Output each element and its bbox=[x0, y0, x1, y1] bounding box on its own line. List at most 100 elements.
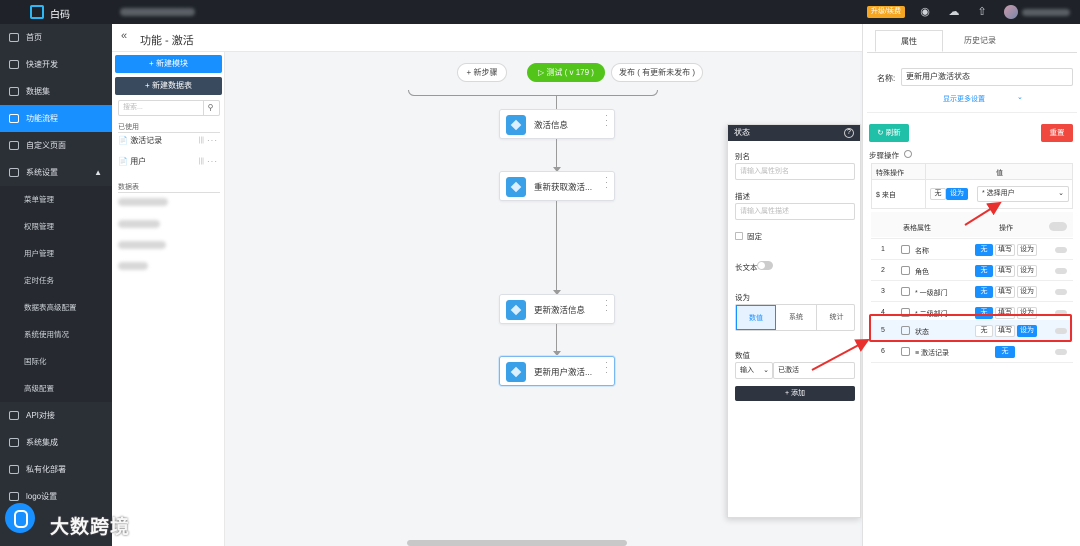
refresh-icon: ↻ bbox=[877, 128, 884, 137]
new-step-button[interactable]: + 新步骤 bbox=[457, 63, 507, 82]
flow-node[interactable]: 更新激活信息 · · · bbox=[499, 294, 615, 324]
input-mode-value: 输入 bbox=[740, 367, 754, 374]
kebab-icon[interactable]: · · · bbox=[605, 296, 608, 315]
name-label: 名称: bbox=[877, 74, 896, 83]
flow-node-selected[interactable]: 更新用户激活... · · · bbox=[499, 356, 615, 386]
table-item-blurred[interactable] bbox=[118, 262, 148, 270]
list-item[interactable]: 📄 用户 ||| ··· bbox=[118, 154, 220, 170]
refresh-button[interactable]: ↻ 刷新 bbox=[869, 124, 909, 142]
row-toggle[interactable] bbox=[1055, 289, 1067, 295]
arrow-to-select-user bbox=[964, 201, 1002, 226]
search-icon[interactable]: ⚲ bbox=[203, 101, 217, 115]
new-module-button[interactable]: + 新建模块 bbox=[115, 55, 222, 73]
tab-history[interactable]: 历史记录 bbox=[945, 30, 1015, 52]
flow-node[interactable]: 激活信息 · · · bbox=[499, 109, 615, 139]
api-icon bbox=[9, 411, 19, 420]
kebab-icon[interactable]: · · · bbox=[605, 358, 608, 377]
list-item-label: 用户 bbox=[130, 157, 147, 166]
kebab-icon[interactable]: · · · bbox=[605, 111, 608, 130]
input-mode-select[interactable]: 输入 ⌄ bbox=[735, 362, 773, 379]
add-button[interactable]: + 添加 bbox=[735, 386, 855, 401]
cloud-icon[interactable]: ☁ bbox=[947, 5, 961, 19]
bulk-toggle[interactable] bbox=[1049, 222, 1067, 231]
top-bar: 白码 升级/续费 ◉ ☁ ⇧ bbox=[0, 0, 1080, 24]
setas-button[interactable]: 设为 bbox=[1017, 265, 1037, 277]
new-table-button[interactable]: + 新建数据表 bbox=[115, 77, 222, 95]
setas-label: 设为 bbox=[735, 293, 750, 302]
sidebar-item-label: 数据集 bbox=[26, 87, 50, 96]
horizontal-scrollbar[interactable] bbox=[407, 540, 627, 546]
module-panel: + 新建模块 + 新建数据表 搜索... ⚲ 已使用 📄 激活记录 ||| ··· 📄… bbox=[112, 52, 225, 546]
chevron-down-icon: ⌄ bbox=[1017, 94, 1023, 101]
sidebar-item-home[interactable]: 首页 bbox=[0, 24, 112, 51]
col-value: 值 bbox=[996, 170, 1003, 177]
sidebar-item-custom-page[interactable]: 自定义页面 bbox=[0, 132, 112, 159]
sidebar-item-api[interactable]: API对接 bbox=[0, 402, 112, 429]
sidebar-item-settings[interactable]: 系统设置 ▲ bbox=[0, 159, 112, 186]
row-toggle[interactable] bbox=[1055, 268, 1067, 274]
sidebar-item-private-deploy[interactable]: 私有化部署 bbox=[0, 456, 112, 483]
reset-button[interactable]: 重置 bbox=[1041, 124, 1073, 142]
back-icon[interactable]: « bbox=[121, 30, 127, 42]
sidebar-item-workflow[interactable]: 功能流程 bbox=[0, 105, 112, 132]
setas-button[interactable]: 设为 bbox=[1017, 244, 1037, 256]
play-icon[interactable]: ◉ bbox=[918, 5, 932, 19]
sidebar-item-quick-dev[interactable]: 快速开发 bbox=[0, 51, 112, 78]
name-input[interactable]: 更新用户激活状态 bbox=[901, 68, 1073, 86]
value-label: 数值 bbox=[735, 351, 750, 360]
database-icon bbox=[9, 87, 19, 96]
sidebar-item-label: API对接 bbox=[26, 411, 55, 420]
page-icon bbox=[9, 141, 19, 150]
used-section-label: 已使用 bbox=[118, 124, 139, 131]
alias-input[interactable]: 请输入属性别名 bbox=[735, 163, 855, 180]
table-item-blurred[interactable] bbox=[118, 220, 160, 228]
help-icon[interactable]: ? bbox=[844, 128, 854, 138]
longtext-toggle[interactable] bbox=[757, 261, 773, 270]
more-icon[interactable]: ··· bbox=[207, 154, 218, 170]
divider bbox=[118, 192, 220, 193]
export-icon[interactable]: ⇧ bbox=[975, 5, 989, 19]
publish-button[interactable]: 发布 ( 有更新未发布 ) bbox=[611, 63, 703, 82]
seg-value[interactable]: 数值 bbox=[736, 305, 776, 330]
sidebar-item-label: 快速开发 bbox=[26, 60, 58, 69]
sidebar-item-label: 系统设置 bbox=[26, 168, 58, 177]
sidebar-subitem-advanced[interactable]: 高级配置 bbox=[0, 375, 112, 402]
chevron-down-icon: ⌄ bbox=[763, 367, 769, 374]
bars-icon: ||| bbox=[198, 158, 204, 165]
chevron-down-icon: ⌄ bbox=[1058, 190, 1064, 197]
more-settings-link[interactable]: 显示更多设置 bbox=[943, 94, 985, 104]
app-brand: 白码 bbox=[50, 10, 70, 21]
sidebar-subitem-menu[interactable]: 菜单管理 bbox=[0, 186, 112, 213]
sidebar-subitem-users[interactable]: 用户管理 bbox=[0, 240, 112, 267]
upgrade-button[interactable]: 升级/续费 bbox=[867, 6, 905, 18]
row-toggle[interactable] bbox=[1055, 247, 1067, 253]
sidebar-subitem-usage[interactable]: 系统使用情况 bbox=[0, 321, 112, 348]
tab-properties[interactable]: 属性 bbox=[875, 30, 943, 52]
help-icon[interactable] bbox=[904, 150, 912, 158]
more-icon[interactable]: ··· bbox=[207, 133, 218, 149]
setas-button[interactable]: 设为 bbox=[1017, 286, 1037, 298]
settings-icon bbox=[9, 168, 19, 177]
avatar[interactable] bbox=[1004, 5, 1018, 19]
sidebar-subitem-i18n[interactable]: 国际化 bbox=[0, 348, 112, 375]
row-toggle[interactable] bbox=[1055, 349, 1067, 355]
sidebar-subitem-permissions[interactable]: 权限管理 bbox=[0, 213, 112, 240]
divider bbox=[867, 112, 1077, 113]
table-item-blurred[interactable] bbox=[118, 241, 166, 249]
sidebar-subitem-table-config[interactable]: 数据表高级配置 bbox=[0, 294, 112, 321]
flow-node[interactable]: 重新获取激活... · · · bbox=[499, 171, 615, 201]
fixed-checkbox[interactable] bbox=[735, 232, 743, 240]
watermark-logo-icon bbox=[5, 503, 35, 533]
test-button[interactable]: ▷ 测试 ( v 179 ) bbox=[527, 63, 605, 82]
list-item[interactable]: 📄 激活记录 ||| ··· bbox=[118, 133, 220, 149]
popup-title: 状态 bbox=[734, 128, 750, 137]
sidebar-item-dataset[interactable]: 数据集 bbox=[0, 78, 112, 105]
username-blurred bbox=[1022, 9, 1070, 16]
search-input[interactable]: 搜索... ⚲ bbox=[118, 100, 220, 116]
table-item-blurred[interactable] bbox=[118, 198, 168, 206]
kebab-icon[interactable]: · · · bbox=[605, 173, 608, 192]
sidebar-subitem-scheduled[interactable]: 定时任务 bbox=[0, 267, 112, 294]
sidebar-item-integration[interactable]: 系统集成 bbox=[0, 429, 112, 456]
connector-line bbox=[556, 96, 557, 110]
col-special-op: 特殊操作 bbox=[876, 170, 904, 177]
